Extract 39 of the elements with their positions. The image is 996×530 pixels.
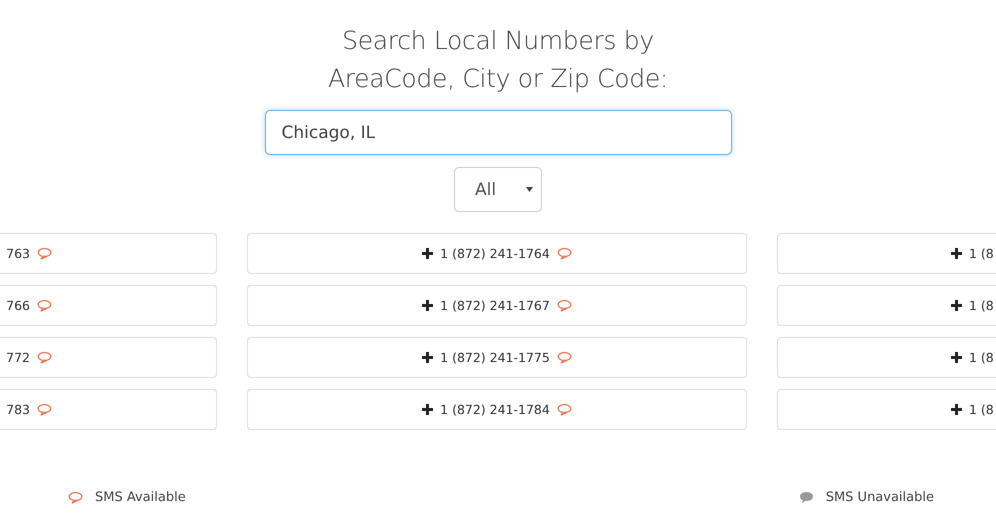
phone-number-card[interactable]: 1 (8 [777, 337, 996, 378]
phone-number-card[interactable]: 1 (872) 241-1784 [247, 389, 747, 430]
phone-number-card[interactable]: 763 [0, 233, 217, 274]
phone-number: 1 (872) 241-1775 [440, 350, 550, 365]
phone-number-card[interactable]: 766 [0, 285, 217, 326]
phone-number: 772 [6, 350, 30, 365]
phone-number-card[interactable]: 1 (872) 241-1775 [247, 337, 747, 378]
phone-number: 1 (872) 241-1784 [440, 402, 550, 417]
plus-icon [951, 300, 962, 311]
legend-label: SMS Unavailable [826, 490, 934, 505]
phone-number: 1 (8 [969, 298, 994, 313]
phone-number: 783 [6, 402, 30, 417]
plus-icon [951, 404, 962, 415]
plus-icon [422, 352, 434, 363]
phone-number-card[interactable]: 1 (8 [777, 233, 996, 274]
phone-number-card[interactable]: 772 [0, 337, 217, 378]
page-heading: AreaCode, City or Zip Code: [328, 63, 668, 95]
phone-number: 763 [6, 246, 30, 261]
page-heading: Search Local Numbers by [342, 25, 654, 57]
phone-number: 766 [6, 298, 30, 313]
plus-icon [951, 352, 962, 363]
phone-number: 1 (872) 241-1767 [440, 298, 550, 313]
phone-number: 1 (8 [969, 246, 994, 261]
phone-number-card[interactable]: 1 (8 [777, 389, 996, 430]
phone-number: 1 (8 [969, 402, 994, 417]
plus-icon [422, 404, 434, 415]
legend-label: SMS Available [95, 490, 186, 505]
phone-number: 1 (872) 241-1764 [440, 246, 550, 261]
caret-icon [526, 187, 533, 192]
phone-number-card[interactable]: 1 (872) 241-1767 [247, 285, 747, 326]
phone-number-card[interactable]: 783 [0, 389, 217, 430]
phone-number-card[interactable]: 1 (872) 241-1764 [247, 233, 747, 274]
phone-number: 1 (8 [969, 350, 994, 365]
plus-icon [422, 300, 434, 311]
plus-icon [951, 248, 962, 259]
filter-dropdown[interactable]: All [454, 167, 542, 212]
phone-number-card[interactable]: 1 (8 [777, 285, 996, 326]
plus-icon [422, 248, 434, 259]
search-field[interactable]: Chicago, IL [264, 110, 732, 155]
